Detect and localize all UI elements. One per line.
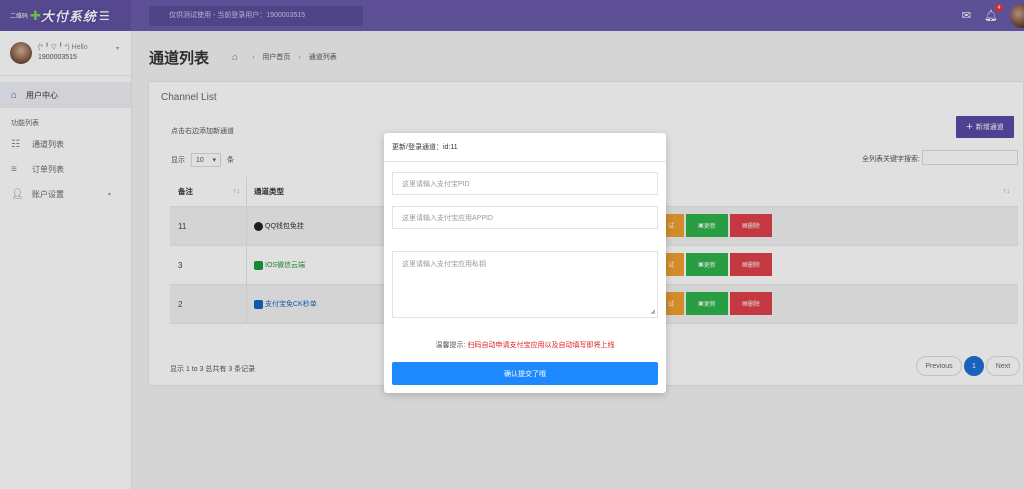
pid-input[interactable]: 这里请输入支付宝PID [392,172,658,195]
submit-button[interactable]: 确认提交了哦 [392,362,658,385]
resize-handle-icon[interactable]: ◢ [650,308,655,315]
private-key-placeholder: 这里请输入支付宝应用私钥 [402,261,486,268]
tip-text: 温馨提示: 扫码自动申请支付宝应用以及自动填写即将上线 [384,340,666,350]
private-key-textarea[interactable]: 这里请输入支付宝应用私钥 ◢ [392,251,658,318]
modal-title: 更新/登录通道：id:11 [384,133,666,162]
appid-input[interactable]: 这里请输入支付宝应用APPID [392,206,658,229]
tip-label: 温馨提示: [435,342,466,349]
update-channel-modal: 更新/登录通道：id:11 这里请输入支付宝PID 这里请输入支付宝应用APPI… [384,133,666,393]
tip-message: 扫码自动申请支付宝应用以及自动填写即将上线 [467,342,615,349]
